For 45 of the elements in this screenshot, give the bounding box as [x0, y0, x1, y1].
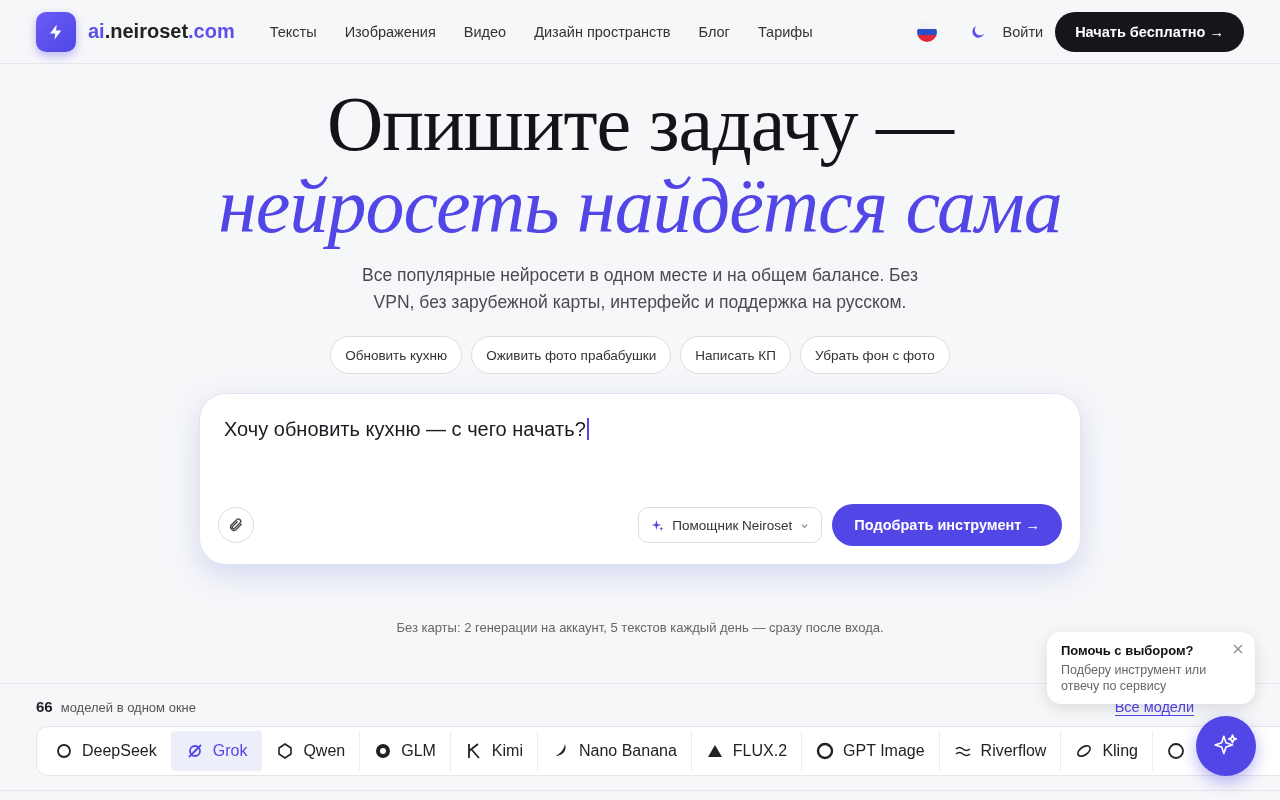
prompt-input[interactable]: Хочу обновить кухню — с чего начать? [224, 418, 586, 441]
model-tab[interactable]: Kling [1061, 731, 1153, 771]
model-tab[interactable]: Kimi [450, 731, 538, 771]
model-tab[interactable]: Riverflow [939, 731, 1062, 771]
nav-link[interactable]: Тарифы [757, 23, 813, 40]
find-tool-button[interactable]: Подобрать инструмент → [832, 504, 1062, 546]
free-tier-note: Без карты: 2 генерации на аккаунт, 5 текстов каждый день — сразу после входа. [396, 620, 884, 635]
text-cursor [586, 418, 589, 440]
suggestion-chip[interactable]: Написать КП [680, 336, 791, 374]
model-count: 66 [36, 698, 53, 715]
model-logo-icon [55, 742, 73, 760]
model-tab[interactable]: Nano Banana [537, 731, 692, 771]
nav-link[interactable]: Видео [463, 23, 507, 40]
suggestion-chip[interactable]: Убрать фон с фото [799, 336, 950, 374]
nav-link[interactable]: Тексты [269, 23, 317, 40]
flag-icon[interactable] [916, 21, 937, 42]
model-tab[interactable]: DeepSeek [41, 731, 172, 771]
model-logo-icon [276, 742, 295, 760]
model-logo-icon [1166, 742, 1185, 760]
model-count-caption: моделей в одном окне [60, 700, 196, 715]
model-tab[interactable]: FLUX.2 [691, 731, 803, 771]
model-logo-icon [1075, 742, 1094, 760]
nav-link[interactable]: Дизайн пространств [534, 23, 671, 40]
model-tab[interactable]: GLM [360, 731, 451, 771]
logo-text[interactable]: ai.neiroset.com [88, 20, 235, 43]
assistant-dropdown[interactable]: Помощник Neiroset [638, 507, 823, 543]
suggestion-chip[interactable]: Обновить кухню [330, 336, 463, 374]
hero-subtitle: Все популярные нейросети в одном месте и на общем балансе. Без VPN, без зарубежной карты, интерфейс и поддержка на русском. [361, 264, 919, 314]
model-tab[interactable]: Qwen [262, 731, 361, 771]
logo-mark[interactable] [36, 11, 76, 52]
login-link[interactable]: Войти [1002, 23, 1044, 40]
sparkle-icon [651, 518, 665, 532]
suggestion-chip[interactable]: Оживить фото прабабушки [471, 336, 672, 374]
model-logo-icon [374, 742, 393, 760]
attach-button[interactable] [218, 507, 254, 543]
popup-title: Помочь с выбором? [1061, 643, 1195, 658]
model-tab[interactable]: Grok [171, 731, 263, 771]
model-logo-icon [816, 742, 835, 760]
model-tab[interactable]: GPT Image [802, 731, 940, 771]
start-free-button[interactable]: Начать бесплатно → [1055, 11, 1244, 52]
popup-text: Подберу инструмент или отвечу по сервису [1061, 662, 1208, 694]
nav-link[interactable]: Изображения [344, 23, 436, 40]
close-icon [1233, 644, 1243, 654]
nav-link[interactable]: Блог [698, 23, 730, 40]
paperclip-icon [228, 517, 244, 533]
